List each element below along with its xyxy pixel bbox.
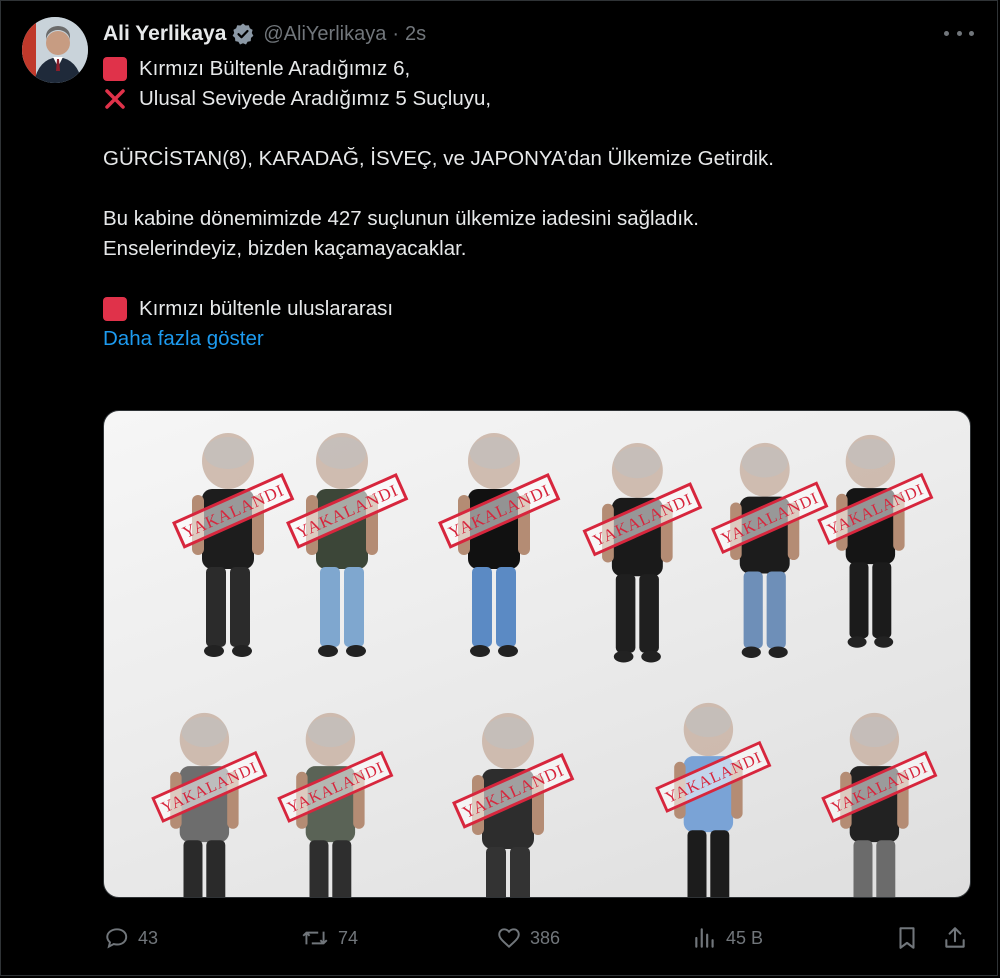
red-x-icon bbox=[103, 87, 127, 111]
repost-button[interactable]: 74 bbox=[300, 920, 358, 956]
lineup-person: YAKALANDI bbox=[172, 433, 295, 657]
timestamp[interactable]: 2s bbox=[405, 23, 426, 46]
like-icon bbox=[498, 928, 520, 948]
red-square-icon bbox=[103, 297, 127, 321]
tweet-line: Enselerindeyiz, bizden kaçamayacaklar. bbox=[103, 237, 467, 260]
views-button[interactable]: 45 B bbox=[692, 920, 763, 956]
tweet-line: GÜRCİSTAN(8), KARADAĞ, İSVEÇ, ve JAPONYA… bbox=[103, 147, 774, 170]
verified-badge-icon[interactable] bbox=[231, 22, 255, 46]
lineup-person: YAKALANDI bbox=[286, 433, 409, 657]
tweet-header: Ali Yerlikaya @AliYerlikaya · 2s bbox=[103, 20, 426, 48]
lineup-person: YAKALANDI bbox=[582, 442, 703, 663]
tweet-line: Ulusal Seviyede Aradığımız 5 Suçluyu, bbox=[139, 87, 492, 110]
lineup-person: YAKALANDI bbox=[817, 434, 934, 648]
lineup-person: YAKALANDI bbox=[151, 712, 268, 897]
more-icon[interactable] bbox=[944, 24, 974, 42]
lineup-person: YAKALANDI bbox=[710, 442, 829, 658]
reply-icon bbox=[106, 928, 128, 949]
author-name[interactable]: Ali Yerlikaya bbox=[103, 22, 226, 46]
avatar[interactable] bbox=[22, 17, 88, 83]
tweet-line: Bu kabine dönemimizde 427 suçlunun ülkem… bbox=[103, 207, 699, 230]
action-bar: 43 74 386 45 B bbox=[100, 920, 980, 956]
show-more-link[interactable]: Daha fazla göster bbox=[103, 324, 264, 354]
lineup-person: YAKALANDI bbox=[452, 713, 575, 897]
lineup-person: YAKALANDI bbox=[277, 712, 394, 897]
repost-icon bbox=[302, 931, 328, 945]
share-button[interactable] bbox=[942, 920, 976, 956]
lineup-person: YAKALANDI bbox=[655, 702, 772, 897]
tweet-line: Kırmızı bültenle uluslararası bbox=[139, 297, 394, 320]
views-icon bbox=[695, 928, 714, 948]
tweet-media-image[interactable]: YAKALANDI YAKALANDI YAKALANDI YAKALANDI YAKA… bbox=[103, 410, 971, 898]
repost-count: 74 bbox=[338, 927, 359, 948]
share-icon bbox=[945, 927, 965, 948]
reply-count: 43 bbox=[138, 927, 159, 948]
tweet-line: Kırmızı Bültenle Aradığımız 6, bbox=[139, 57, 411, 80]
media-illustration: YAKALANDI YAKALANDI YAKALANDI YAKALANDI YAKA… bbox=[151, 433, 938, 897]
bookmark-button[interactable] bbox=[894, 920, 928, 956]
red-square-icon bbox=[103, 57, 127, 81]
reply-button[interactable]: 43 bbox=[104, 920, 158, 956]
author-handle[interactable]: @AliYerlikaya bbox=[263, 23, 386, 46]
separator-dot: · bbox=[392, 22, 399, 45]
bookmark-icon bbox=[899, 927, 915, 949]
lineup-person: YAKALANDI bbox=[821, 712, 938, 897]
tweet-text: Kırmızı Bültenle Aradığımız 6, Ulusal Se… bbox=[103, 54, 963, 354]
views-count: 45 B bbox=[726, 927, 764, 948]
lineup-person: YAKALANDI bbox=[438, 433, 561, 657]
like-button[interactable]: 386 bbox=[496, 920, 560, 956]
like-count: 386 bbox=[530, 927, 561, 948]
